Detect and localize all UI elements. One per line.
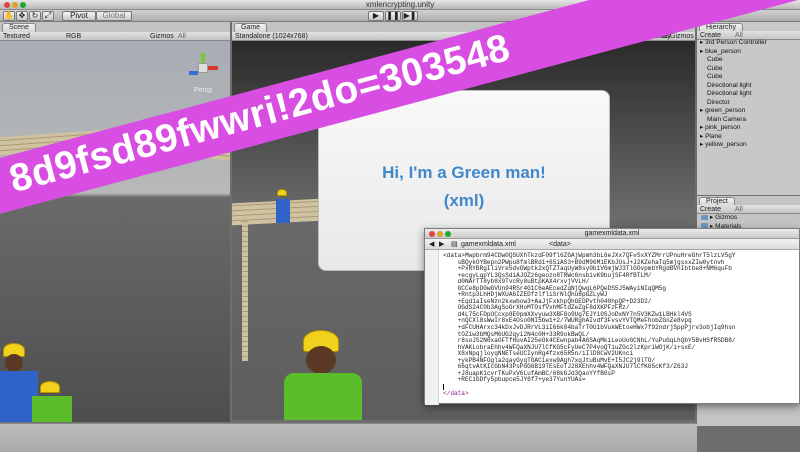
- xml-text-area[interactable]: <data>Mwpbrm94CDw0QSUXhTkzdF09fl6ZGAjWpm…: [443, 252, 736, 398]
- hierarchy-item[interactable]: Cube: [697, 73, 800, 82]
- tab-game-label: Game: [241, 24, 261, 31]
- rotate-tool-button[interactable]: ↻: [29, 11, 41, 21]
- resolution-dropdown[interactable]: Standalone (1024x768): [235, 32, 308, 41]
- hierarchy-item[interactable]: ▸ green_person: [697, 107, 800, 116]
- minimize-window-icon[interactable]: [437, 231, 443, 237]
- project-item-gizmos[interactable]: ▸ Gizmos: [697, 214, 741, 223]
- close-window-icon[interactable]: [429, 231, 435, 237]
- project-search-input[interactable]: All: [735, 205, 743, 214]
- scene-person-helmet: [40, 381, 60, 393]
- element-path[interactable]: <data>: [549, 239, 571, 250]
- tab-project-label: Project: [706, 198, 728, 205]
- hierarchy-item[interactable]: Main Camera: [697, 116, 800, 125]
- hierarchy-item[interactable]: Cube: [697, 65, 800, 74]
- pivot-toggle[interactable]: Pivot: [62, 11, 96, 21]
- xml-window-title: gamexmldata.xml: [584, 230, 640, 237]
- shading-mode-dropdown[interactable]: Textured: [3, 32, 30, 41]
- hand-tool-button[interactable]: ✋: [3, 11, 15, 21]
- rotate-icon: ↻: [31, 11, 39, 20]
- project-create-dropdown[interactable]: Create: [700, 205, 721, 214]
- game-gizmos-dropdown[interactable]: Gizmos: [670, 32, 694, 41]
- step-button[interactable]: ▶❚: [402, 11, 418, 21]
- tab-scene-label: Scene: [9, 24, 29, 31]
- folder-icon: [701, 214, 708, 220]
- pause-icon: ❚❚: [386, 11, 400, 20]
- scene-green-person[interactable]: [32, 396, 72, 422]
- game-wall-edge: [242, 221, 248, 361]
- file-path[interactable]: gamexmldata.xml: [461, 239, 516, 250]
- scene-person-head: [5, 354, 23, 372]
- xml-navigation-bar: ◀ ▶ ▤ gamexmldata.xml <data>: [425, 239, 799, 250]
- scene-viewport[interactable]: Persp: [0, 41, 230, 422]
- hierarchy-item[interactable]: ▸ yellow_person: [697, 141, 800, 150]
- global-label: Global: [102, 11, 126, 20]
- pause-button[interactable]: ❚❚: [385, 11, 401, 21]
- game-person-helmet: [277, 189, 287, 196]
- dialog-format: (xml): [443, 191, 485, 210]
- dialog-message: Hi, I'm a Green man!: [382, 163, 546, 182]
- move-icon: ✥: [18, 11, 26, 20]
- status-bar: [0, 423, 697, 452]
- project-item-label: ▸ Gizmos: [710, 214, 738, 221]
- xml-editor-window[interactable]: gamexmldata.xml ◀ ▶ ▤ gamexmldata.xml <d…: [424, 228, 800, 405]
- tab-hierarchy-label: Hierarchy: [706, 24, 736, 31]
- play-button[interactable]: ▶: [368, 11, 384, 21]
- hand-icon: ✋: [4, 11, 14, 20]
- file-icon: ▤: [451, 241, 458, 248]
- forward-arrow-icon[interactable]: ▶: [439, 239, 444, 250]
- game-blue-person[interactable]: [276, 199, 290, 223]
- cursor-line: [443, 383, 736, 391]
- hierarchy-item[interactable]: ▸ blue_person: [697, 48, 800, 57]
- orientation-gizmo[interactable]: [187, 53, 219, 85]
- hierarchy-panel: Hierarchy Create All ▸ 3rd Person Contro…: [697, 22, 800, 195]
- render-mode-dropdown[interactable]: RGB: [66, 32, 81, 41]
- xml-window-titlebar: gamexmldata.xml: [425, 229, 799, 239]
- tab-game[interactable]: Game: [234, 23, 268, 32]
- scale-icon: ⤢: [44, 11, 52, 20]
- zoom-window-icon[interactable]: [445, 231, 451, 237]
- green-person-head: [306, 346, 336, 374]
- play-icon: ▶: [372, 11, 380, 20]
- code-line-close-tag: </data>: [443, 390, 469, 398]
- green-person[interactable]: [284, 373, 362, 420]
- hierarchy-item[interactable]: Directional light: [697, 90, 800, 99]
- hierarchy-item[interactable]: Director: [697, 99, 800, 108]
- scene-panel-header: Scene Textured RGB Gizmos All: [0, 22, 230, 41]
- global-toggle[interactable]: Global: [96, 11, 132, 21]
- text-cursor: [443, 383, 444, 390]
- hierarchy-item[interactable]: ▸ Plane: [697, 133, 800, 142]
- hierarchy-item[interactable]: Directional light: [697, 82, 800, 91]
- scale-tool-button[interactable]: ⤢: [42, 11, 54, 21]
- scene-gizmos-dropdown[interactable]: Gizmos: [150, 32, 174, 41]
- projection-label: Persp: [194, 87, 213, 94]
- hierarchy-item[interactable]: ▸ 3rd Person Controller: [697, 39, 800, 48]
- hierarchy-item[interactable]: Cube: [697, 56, 800, 65]
- hierarchy-list: ▸ 3rd Person Controller ▸ blue_person Cu…: [697, 39, 800, 150]
- step-icon: ▶❚: [403, 11, 417, 20]
- line-gutter: [425, 250, 439, 405]
- back-arrow-icon[interactable]: ◀: [429, 239, 434, 250]
- hierarchy-item[interactable]: ▸ pink_person: [697, 124, 800, 133]
- tab-scene[interactable]: Scene: [2, 23, 36, 32]
- scene-search-input[interactable]: All: [178, 32, 186, 41]
- pivot-label: Pivot: [70, 11, 88, 20]
- move-tool-button[interactable]: ✥: [16, 11, 28, 21]
